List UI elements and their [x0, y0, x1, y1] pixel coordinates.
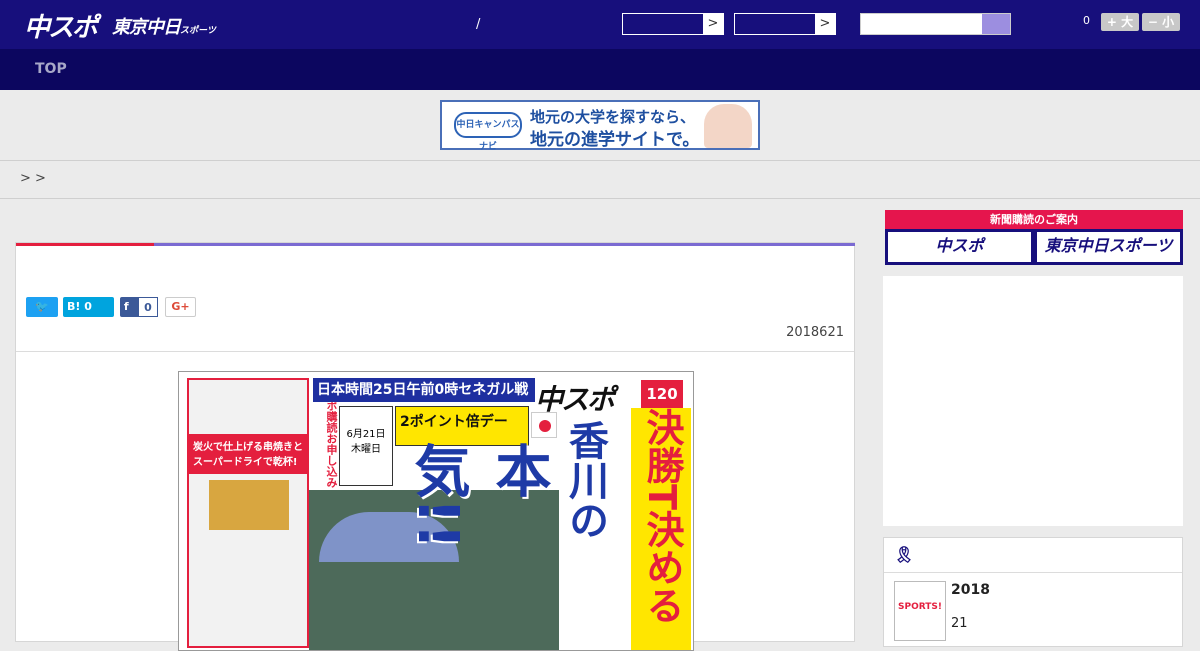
- divider: [0, 160, 1200, 161]
- twitter-icon: 🐦: [35, 300, 49, 313]
- ranking-box: 🎗 SPORTS! 2018 21: [883, 537, 1183, 647]
- facebook-icon: f: [120, 300, 129, 313]
- facebook-share-button[interactable]: f0: [120, 297, 158, 317]
- subscribe-tokyo-chunichi-button[interactable]: 東京中日スポーツ: [1034, 229, 1183, 265]
- divider: [884, 572, 1182, 573]
- chevron-right-icon[interactable]: >: [703, 14, 723, 34]
- breadcrumb: > >: [20, 171, 46, 186]
- subscribe-chuspo-button[interactable]: 中スポ: [885, 229, 1034, 265]
- facebook-count: 0: [138, 297, 158, 317]
- chuspo-logo[interactable]: 中スポ: [24, 7, 98, 44]
- paper-honki-headline: 本気!!: [405, 442, 551, 550]
- ranking-year[interactable]: 2018: [951, 582, 990, 598]
- font-size-decrease-button[interactable]: − 小: [1142, 13, 1180, 31]
- search-input[interactable]: [860, 13, 1011, 35]
- tokyo-chunichi-logo-small: スポーツ: [180, 26, 216, 36]
- site-header: 中スポ 東京中日スポーツ / > > 0 + 大 − 小: [0, 0, 1200, 49]
- accent-bar-red: [16, 243, 154, 246]
- subscription-box: 新聞購読のご案内 中スポ 東京中日スポーツ: [885, 210, 1183, 265]
- search-button[interactable]: [982, 14, 1010, 34]
- paper-side-column: 炭火で仕上げる串焼きとスーパードライで乾杯!: [187, 378, 309, 648]
- subscribe-chuspo-label: 中スポ: [888, 232, 1031, 262]
- tokyo-chunichi-logo-text: 東京中日: [112, 17, 181, 38]
- nav-item-top[interactable]: TOP: [35, 61, 67, 77]
- global-nav: TOP: [0, 49, 1200, 90]
- accent-bar-purple: [154, 243, 855, 246]
- category-select-1[interactable]: >: [622, 13, 724, 35]
- japan-flag-icon: [531, 412, 557, 438]
- paper-date: 6月21日 木曜日: [339, 406, 393, 486]
- twitter-share-button[interactable]: 🐦: [26, 297, 58, 317]
- ranking-thumbnail[interactable]: SPORTS!: [894, 581, 946, 641]
- banner-line1: 地元の大学を探すなら、: [530, 108, 696, 126]
- subscribe-tokyo-chunichi-label: 東京中日スポーツ: [1037, 232, 1180, 262]
- paper-price: 120円: [641, 380, 683, 431]
- ad-banner[interactable]: 中日キャンパスナビ 地元の大学を探すなら、 地元の進学サイトで。: [440, 100, 760, 152]
- paper-headline: 日本時間25日午前0時セネガル戦: [313, 378, 539, 402]
- header-slash: /: [476, 17, 481, 32]
- banner-person-image: [704, 104, 752, 148]
- paper-beer-photo: [209, 480, 289, 530]
- divider: [16, 351, 854, 352]
- divider: [0, 198, 1200, 199]
- article-date: 2018621: [786, 325, 844, 340]
- hatena-bookmark-button[interactable]: B! 0: [63, 297, 114, 317]
- google-plus-share-button[interactable]: G+: [165, 297, 196, 317]
- category-select-2[interactable]: >: [734, 13, 836, 35]
- chevron-right-icon[interactable]: >: [815, 14, 835, 34]
- banner-logo: 中日キャンパスナビ: [454, 112, 522, 152]
- ribbon-icon: 🎗: [894, 545, 915, 564]
- subscription-label: 新聞購読のご案内: [885, 210, 1183, 229]
- sidebar-ad[interactable]: [883, 276, 1183, 526]
- paper-points-ad: 2ポイント倍デー: [395, 406, 529, 446]
- tokyo-chunichi-logo[interactable]: 東京中日スポーツ: [112, 13, 216, 39]
- font-size-increase-button[interactable]: + 大: [1101, 13, 1139, 31]
- newspaper-front-page-image[interactable]: 炭火で仕上げる串焼きとスーパードライで乾杯! 中スポ購読お申し込み 日本時間25…: [178, 371, 694, 651]
- ranking-day: 21: [951, 616, 968, 631]
- paper-kagawa-headline: 香川の: [562, 420, 608, 540]
- paper-side-ad: 炭火で仕上げる串焼きとスーパードライで乾杯!: [189, 434, 307, 474]
- article-card: 🐦 B! 0 f0 G+ 2018621 炭火で仕上げる串焼きとスーパードライで…: [15, 242, 855, 651]
- counter-text: 0: [1083, 14, 1090, 27]
- paper-kettei-headline: 決勝T決める: [631, 408, 691, 650]
- paper-logo: 中スポ: [535, 378, 635, 416]
- banner-line2: 地元の進学サイトで。: [530, 130, 700, 150]
